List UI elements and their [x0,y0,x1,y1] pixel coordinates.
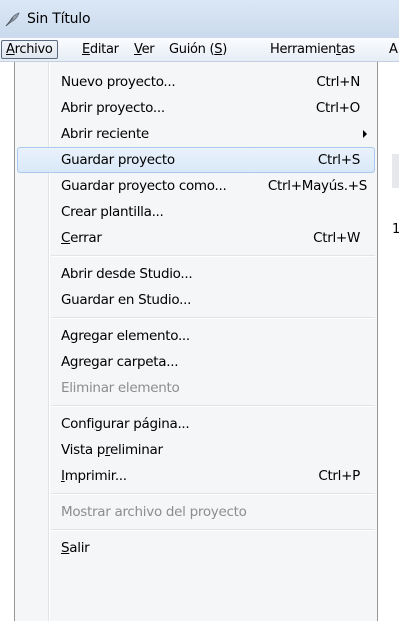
menu-herramientas[interactable]: Herramientas [266,40,359,59]
shortcut-label: Ctrl+P [318,468,360,484]
menu-item-agregar-elemento[interactable]: Agregar elemento... [17,323,375,349]
file-menu-dropdown: Nuevo proyecto... Ctrl+N Abrir proyecto.… [14,62,378,621]
background-content [377,62,399,621]
menu-item-agregar-carpeta[interactable]: Agregar carpeta... [17,349,375,375]
shortcut-label: Ctrl+O [315,100,360,116]
menu-guion[interactable]: Guión (S) [165,40,231,59]
menu-item-label: Salir [61,540,90,556]
menu-item-nuevo-proyecto[interactable]: Nuevo proyecto... Ctrl+N [17,69,375,95]
menu-item-salir[interactable]: Salir [17,535,375,561]
menu-separator [51,255,375,257]
menu-item-label: Agregar carpeta... [61,354,179,370]
menu-item-label: Guardar en Studio... [61,292,192,308]
menu-item-guardar-proyecto-como[interactable]: Guardar proyecto como... Ctrl+Mayús.+S [17,173,375,199]
menu-item-label: Abrir reciente [61,126,149,142]
menu-separator [51,529,375,531]
menu-item-imprimir[interactable]: Imprimir... Ctrl+P [17,463,375,489]
menu-item-guardar-en-studio[interactable]: Guardar en Studio... [17,287,375,313]
menu-item-abrir-proyecto[interactable]: Abrir proyecto... Ctrl+O [17,95,375,121]
menu-item-label: Guardar proyecto [61,152,175,168]
menu-item-vista-preliminar[interactable]: Vista preliminar [17,437,375,463]
shortcut-label: Ctrl+N [316,74,360,90]
menu-separator [51,493,375,495]
menu-item-label: Imprimir... [61,468,127,484]
menu-item-label: Eliminar elemento [61,380,180,396]
menu-item-cerrar[interactable]: Cerrar Ctrl+W [17,225,375,251]
background-text-fragment: 1 [392,222,399,237]
window-title: Sin Título [27,11,91,27]
menu-item-label: Configurar página... [61,416,190,432]
menu-item-label: Mostrar archivo del proyecto [61,504,247,520]
feather-pen-icon[interactable] [4,12,20,28]
menu-item-guardar-proyecto[interactable]: Guardar proyecto Ctrl+S [17,147,375,173]
menu-archivo[interactable]: Archivo [1,40,58,59]
menu-editar[interactable]: Editar [78,40,123,59]
menu-separator [51,317,375,319]
shortcut-label: Ctrl+W [313,230,360,246]
title-bar: Sin Título [0,0,399,38]
shortcut-label: Ctrl+S [317,152,360,168]
menu-item-label: Guardar proyecto como... [61,178,227,194]
menu-item-abrir-desde-studio[interactable]: Abrir desde Studio... [17,261,375,287]
menu-item-abrir-reciente[interactable]: Abrir reciente [17,121,375,147]
menu-separator [51,405,375,407]
menu-item-label: Agregar elemento... [61,328,190,344]
menu-bar: Archivo Editar Ver Guión (S) Herramienta… [0,38,399,62]
menu-item-label: Vista preliminar [61,442,163,458]
submenu-arrow-icon [363,130,367,138]
shortcut-label: Ctrl+Mayús.+S [267,178,367,194]
menu-ver[interactable]: Ver [130,40,158,59]
menu-item-eliminar-elemento: Eliminar elemento [17,375,375,401]
menu-item-label: Abrir proyecto... [61,100,165,116]
menu-item-mostrar-archivo-del-proyecto: Mostrar archivo del proyecto [17,499,375,525]
menu-item-label: Crear plantilla... [61,204,164,220]
menu-item-configurar-pagina[interactable]: Configurar página... [17,411,375,437]
background-toolbar-strip [392,154,399,188]
menu-partial-next[interactable]: A [385,40,399,59]
menu-item-crear-plantilla[interactable]: Crear plantilla... [17,199,375,225]
menu-item-label: Abrir desde Studio... [61,266,193,282]
menu-item-label: Nuevo proyecto... [61,74,176,90]
menu-item-label: Cerrar [61,230,102,246]
